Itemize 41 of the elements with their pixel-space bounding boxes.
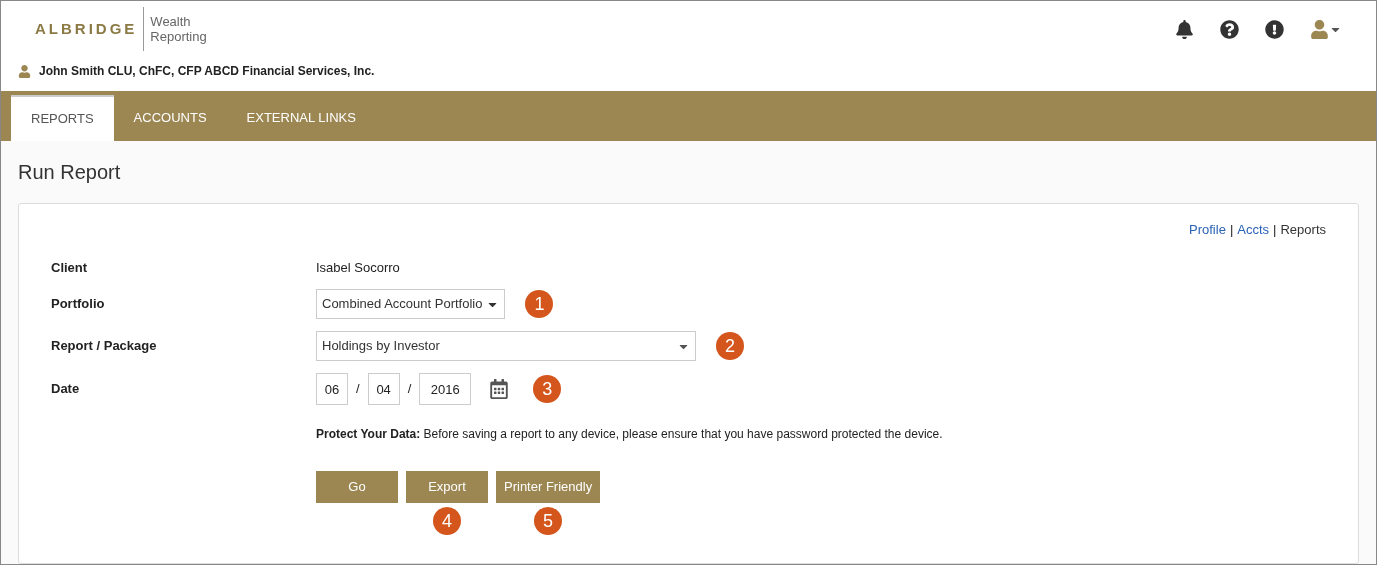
- brand-logo: ALBRIDGE: [35, 18, 138, 39]
- portfolio-dropdown[interactable]: Combined Account Portfolio: [316, 289, 506, 319]
- breadcrumb-link[interactable]: Accts: [1237, 220, 1270, 240]
- callout-number: 1: [525, 290, 554, 318]
- callout-number: 4: [433, 507, 461, 535]
- page-title: Run Report: [18, 160, 122, 185]
- date-separator: /: [356, 380, 360, 399]
- field-label: Client: [51, 258, 89, 277]
- breadcrumb-link[interactable]: Profile: [1189, 220, 1226, 240]
- day-field[interactable]: 04: [367, 373, 400, 405]
- user-icon: [18, 64, 31, 78]
- action-button[interactable]: Go: [316, 471, 398, 503]
- action-button[interactable]: Printer Friendly: [496, 471, 601, 503]
- nav-tab[interactable]: EXTERNAL LINKS: [226, 95, 376, 141]
- month-field[interactable]: 06: [316, 373, 348, 405]
- user-icon: [1310, 19, 1329, 39]
- action-button[interactable]: Export: [406, 471, 488, 503]
- callout-number: 3: [533, 375, 562, 403]
- user-name: John Smith CLU, ChFC, CFP ABCD Financial Services, Inc.: [39, 63, 375, 80]
- notification-bell-icon[interactable]: [1175, 19, 1194, 39]
- field-label: Date: [51, 380, 81, 399]
- field-label: Portfolio: [51, 295, 106, 314]
- link-separator: |: [1229, 221, 1234, 239]
- link-separator: |: [1273, 221, 1277, 239]
- product-name: Reporting: [150, 29, 207, 44]
- client-name: Isabel Socorro: [316, 258, 401, 277]
- breadcrumb-link[interactable]: Reports: [1280, 220, 1326, 240]
- help-icon[interactable]: [1220, 19, 1239, 39]
- date-separator: /: [407, 380, 412, 399]
- nav-tab[interactable]: REPORTS: [11, 95, 114, 141]
- callout-number: 5: [534, 507, 563, 535]
- data-protection-notice: Protect Your Data: Before saving a report to any device, please ensure that you have password protected the device.: [316, 426, 944, 443]
- nav-tab[interactable]: ACCOUNTS: [113, 95, 227, 141]
- year-field[interactable]: 2016: [419, 373, 472, 405]
- field-label: Report / Package: [51, 337, 158, 356]
- callout-number: 2: [716, 332, 744, 360]
- report-dropdown[interactable]: Holdings by Investor: [316, 331, 696, 361]
- alert-icon[interactable]: [1265, 19, 1284, 39]
- user-menu[interactable]: [1310, 19, 1342, 39]
- product-name: Wealth: [150, 14, 192, 29]
- calendar-icon[interactable]: [489, 379, 510, 399]
